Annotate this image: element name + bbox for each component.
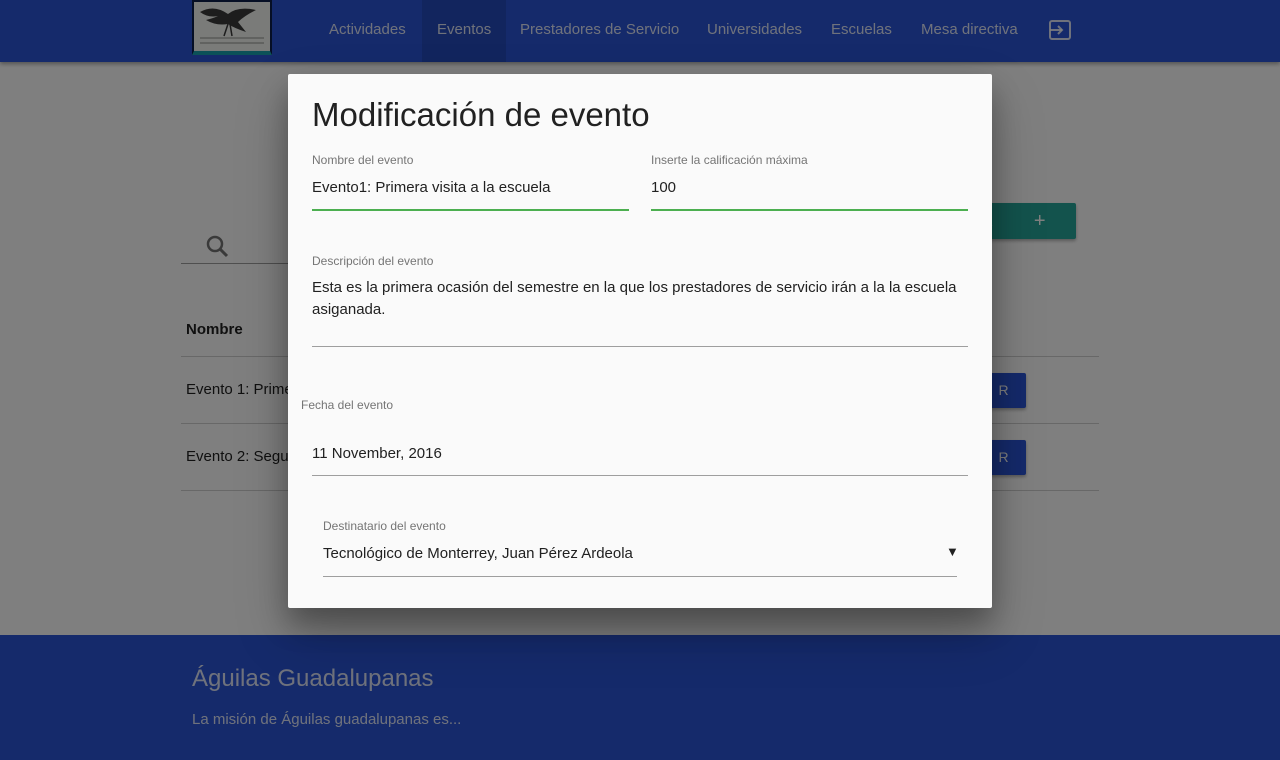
event-name-field[interactable]: Evento1: Primera visita a la escuela [312,179,628,196]
max-score-field[interactable]: 100 [651,179,967,196]
description-textarea[interactable]: Esta es la primera ocasión del semestre … [312,277,962,321]
recipient-underline [323,576,957,577]
modal-title: Modificación de evento [312,96,650,133]
event-name-label: Nombre del evento [312,153,414,167]
description-underline [312,346,968,347]
event-name-underline [312,209,629,211]
date-underline [312,475,968,476]
recipient-label: Destinatario del evento [323,519,446,533]
edit-event-modal: Modificación de evento Nombre del evento… [288,74,992,608]
recipient-select[interactable]: Tecnológico de Monterrey, Juan Pérez Ard… [323,545,943,562]
dropdown-arrow-icon[interactable]: ▼ [946,544,959,559]
description-label: Descripción del evento [312,254,434,268]
max-score-label: Inserte la calificación máxima [651,153,808,167]
date-field[interactable]: 11 November, 2016 [312,445,968,462]
date-label: Fecha del evento [301,398,394,412]
max-score-underline [651,209,968,211]
